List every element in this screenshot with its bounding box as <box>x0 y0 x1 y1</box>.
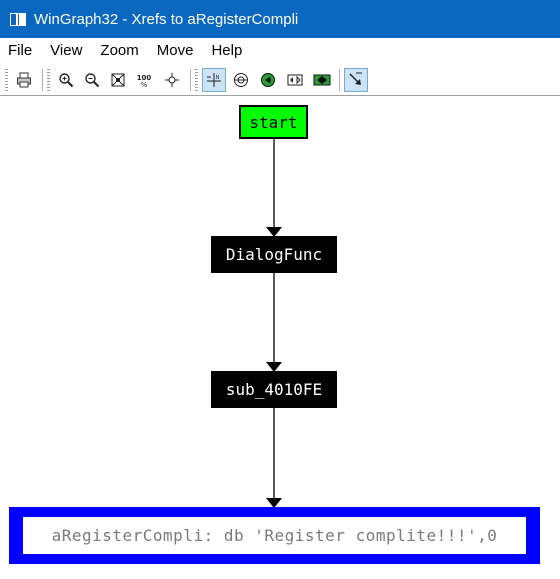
window-title: WinGraph32 - Xrefs to aRegisterCompli <box>34 10 299 28</box>
edge-start-to-dialogfunc <box>266 139 282 237</box>
edge-dialogfunc-to-sub <box>266 273 282 372</box>
graph-node-dialogfunc[interactable]: DialogFunc <box>211 236 337 273</box>
graph-node-aregistercompli[interactable]: aRegisterCompli: db 'Register complite!!… <box>9 507 540 564</box>
fit-window-icon <box>111 73 125 87</box>
node-label: DialogFunc <box>225 245 323 264</box>
expand-icon <box>313 74 331 86</box>
graph-canvas[interactable]: start DialogFunc sub_4010FE aRegisterCom… <box>0 96 560 579</box>
print-icon <box>17 72 31 88</box>
menu-move[interactable]: Move <box>148 38 203 64</box>
toolbar-separator <box>190 69 191 91</box>
svg-text:%: % <box>141 81 148 88</box>
graph-node-start[interactable]: start <box>239 105 308 139</box>
menu-file[interactable]: File <box>0 38 41 64</box>
layout-icon <box>287 74 303 86</box>
chooser-button[interactable] <box>229 68 253 92</box>
print-button[interactable] <box>12 68 36 92</box>
chooser-icon <box>234 73 248 87</box>
zoom-100-icon: 100 % <box>137 74 152 88</box>
graph-node-sub-4010fe[interactable]: sub_4010FE <box>211 371 337 408</box>
toolbar-grip[interactable] <box>47 69 50 91</box>
node-label: aRegisterCompli: db 'Register complite!!… <box>23 517 526 554</box>
menu-bar: File View Zoom Move Help <box>0 38 560 64</box>
expand-button[interactable] <box>310 68 334 92</box>
zoom-out-icon <box>85 73 100 88</box>
nodes-mode-button[interactable]: N <box>202 68 226 92</box>
svg-text:N: N <box>216 75 220 81</box>
menu-view[interactable]: View <box>41 38 91 64</box>
graph-mode-icon <box>261 73 275 87</box>
menu-zoom[interactable]: Zoom <box>91 38 147 64</box>
zoom-in-icon <box>59 73 74 88</box>
menu-help[interactable]: Help <box>202 38 251 64</box>
nodes-mode-icon: N <box>207 73 221 87</box>
graph-mode-button[interactable] <box>256 68 280 92</box>
toolbar-grip[interactable] <box>5 69 8 91</box>
node-label: sub_4010FE <box>225 380 323 399</box>
center-icon <box>165 73 179 87</box>
zoom-100-button[interactable]: 100 % <box>132 68 156 92</box>
edge-mode-icon <box>349 72 362 85</box>
app-window-icon <box>10 12 26 26</box>
zoom-out-button[interactable] <box>80 68 104 92</box>
fit-window-button[interactable] <box>106 68 130 92</box>
node-label: start <box>249 112 298 132</box>
toolbar-grip[interactable] <box>195 69 198 91</box>
toolbar-separator <box>42 69 43 91</box>
edge-sub-to-target <box>266 408 282 508</box>
title-bar[interactable]: WinGraph32 - Xrefs to aRegisterCompli <box>0 0 560 38</box>
layout-button[interactable] <box>283 68 307 92</box>
zoom-in-button[interactable] <box>54 68 78 92</box>
center-button[interactable] <box>160 68 184 92</box>
toolbar: 100 % N <box>0 64 560 96</box>
toolbar-separator <box>339 69 340 91</box>
edge-mode-button[interactable] <box>344 68 368 92</box>
